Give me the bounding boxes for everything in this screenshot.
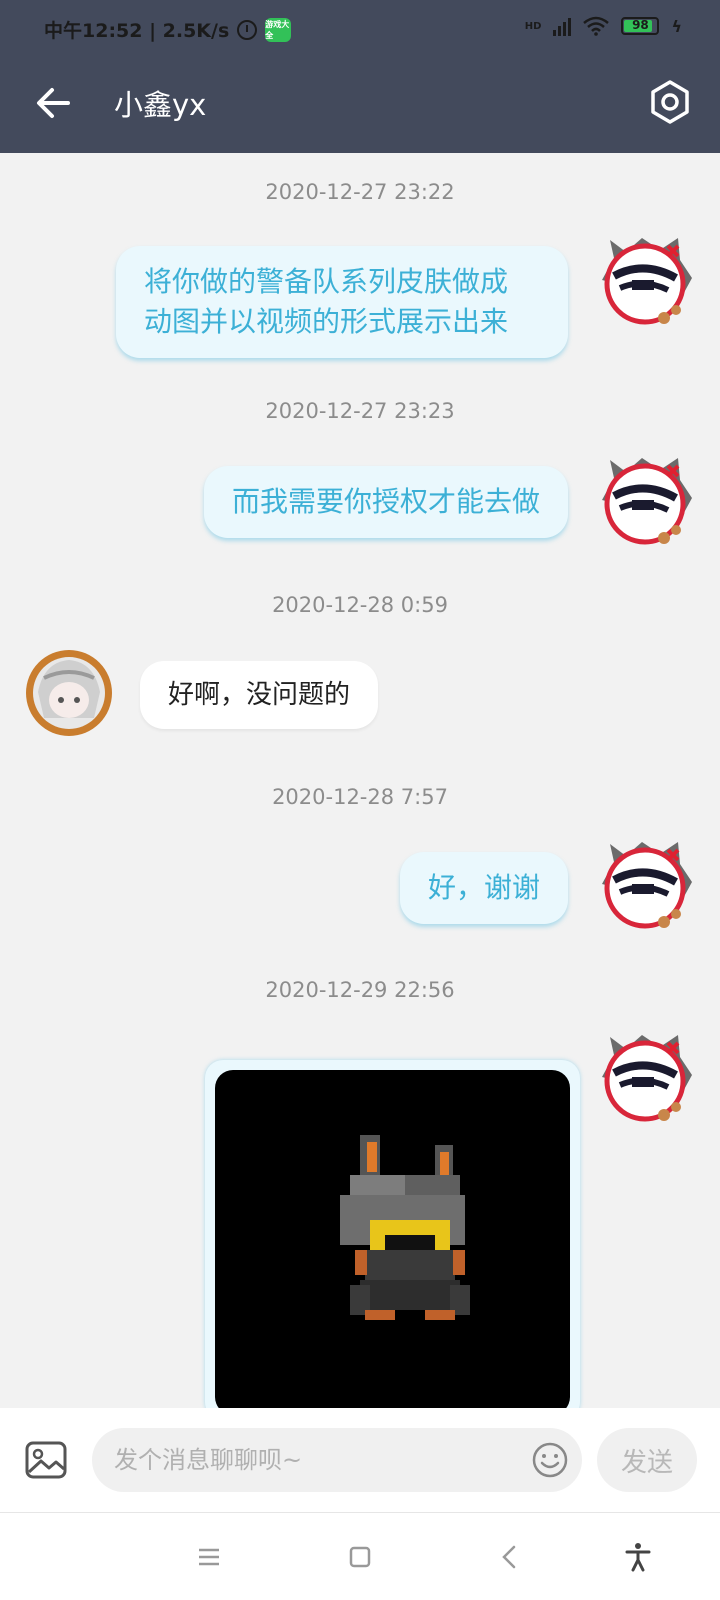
outgoing-message-bubble[interactable]: 而我需要你授权才能去做 (203, 466, 568, 538)
alarm-icon (237, 19, 258, 40)
back-button[interactable] (30, 78, 80, 128)
image-icon (25, 1441, 67, 1479)
my-avatar[interactable] (592, 450, 698, 550)
message-text: 而我需要你授权才能去做 (231, 485, 540, 518)
accessibility-icon (625, 1543, 651, 1572)
chat-area[interactable]: 2020-12-27 23:22 将你做的警备队系列皮肤做成 动图并以视频的形式… (0, 153, 720, 1408)
settings-button[interactable] (642, 74, 698, 130)
back-icon (502, 1545, 516, 1569)
contact-avatar[interactable] (24, 648, 114, 738)
battery-level: 98 (632, 18, 649, 32)
message-input-bar: 发送 (0, 1408, 720, 1512)
pixel-character-image[interactable] (215, 1070, 570, 1408)
avatar-image (602, 842, 692, 929)
chat-title: 小鑫yx (114, 88, 207, 122)
battery-icon: 98 (621, 17, 660, 35)
image-message-bubble[interactable] (205, 1060, 580, 1408)
status-time-speed: 中午12:52 | 2.5K/s (44, 20, 230, 42)
signal-icon (553, 16, 572, 36)
emoji-button[interactable] (532, 1442, 568, 1478)
message-text-line: 将你做的警备队系列皮肤做成 (144, 265, 509, 298)
message-text: 好啊，没问题的 (168, 680, 351, 710)
status-left: 中午12:52 | 2.5K/s 游戏大全 (44, 16, 292, 43)
outgoing-message-bubble[interactable]: 将你做的警备队系列皮肤做成 动图并以视频的形式展示出来 (116, 246, 568, 358)
my-avatar[interactable] (592, 230, 698, 330)
app-badge-icon: 游戏大全 (265, 17, 292, 42)
home-button[interactable] (344, 1541, 376, 1573)
incoming-message-bubble[interactable]: 好啊，没问题的 (140, 661, 379, 729)
system-back-button[interactable] (494, 1541, 526, 1573)
my-avatar[interactable] (592, 834, 698, 934)
my-avatar[interactable] (592, 1027, 698, 1127)
header-bar: 中午12:52 | 2.5K/s 游戏大全 HD 98 ϟ 小鑫yx (0, 0, 720, 153)
menu-icon (199, 1548, 219, 1566)
avatar-image (602, 238, 692, 325)
message-input[interactable] (92, 1428, 582, 1492)
message-text-line: 动图并以视频的形式展示出来 (144, 305, 509, 338)
message-text: 好，谢谢 (427, 871, 540, 904)
back-arrow-icon (37, 88, 70, 118)
charging-icon: ϟ (671, 16, 682, 36)
outgoing-message-bubble[interactable]: 好，谢谢 (399, 852, 568, 924)
hd-label: HD (524, 20, 542, 32)
image-button[interactable] (24, 1438, 68, 1482)
avatar-image (602, 458, 692, 545)
message-timestamp: 2020-12-29 22:56 (265, 978, 455, 1002)
status-bar: 中午12:52 | 2.5K/s 游戏大全 HD 98 ϟ (0, 0, 720, 56)
status-right: HD 98 ϟ (525, 16, 682, 36)
system-navigation-bar (0, 1513, 720, 1600)
nav-bar: 小鑫yx (0, 56, 720, 153)
send-button[interactable]: 发送 (597, 1428, 697, 1492)
accessibility-button[interactable] (622, 1541, 654, 1573)
avatar-image (26, 650, 112, 736)
emoji-icon (532, 1442, 568, 1478)
home-icon (349, 1546, 371, 1568)
wifi-icon (583, 16, 610, 36)
avatar-image (602, 1035, 692, 1122)
message-timestamp: 2020-12-27 23:23 (265, 399, 455, 423)
message-timestamp: 2020-12-28 7:57 (272, 785, 448, 809)
message-timestamp: 2020-12-28 0:59 (272, 593, 448, 617)
pixel-character-art (340, 1135, 470, 1320)
menu-button[interactable] (193, 1541, 225, 1573)
message-timestamp: 2020-12-27 23:22 (265, 180, 455, 204)
settings-hexagon-icon (651, 80, 689, 124)
